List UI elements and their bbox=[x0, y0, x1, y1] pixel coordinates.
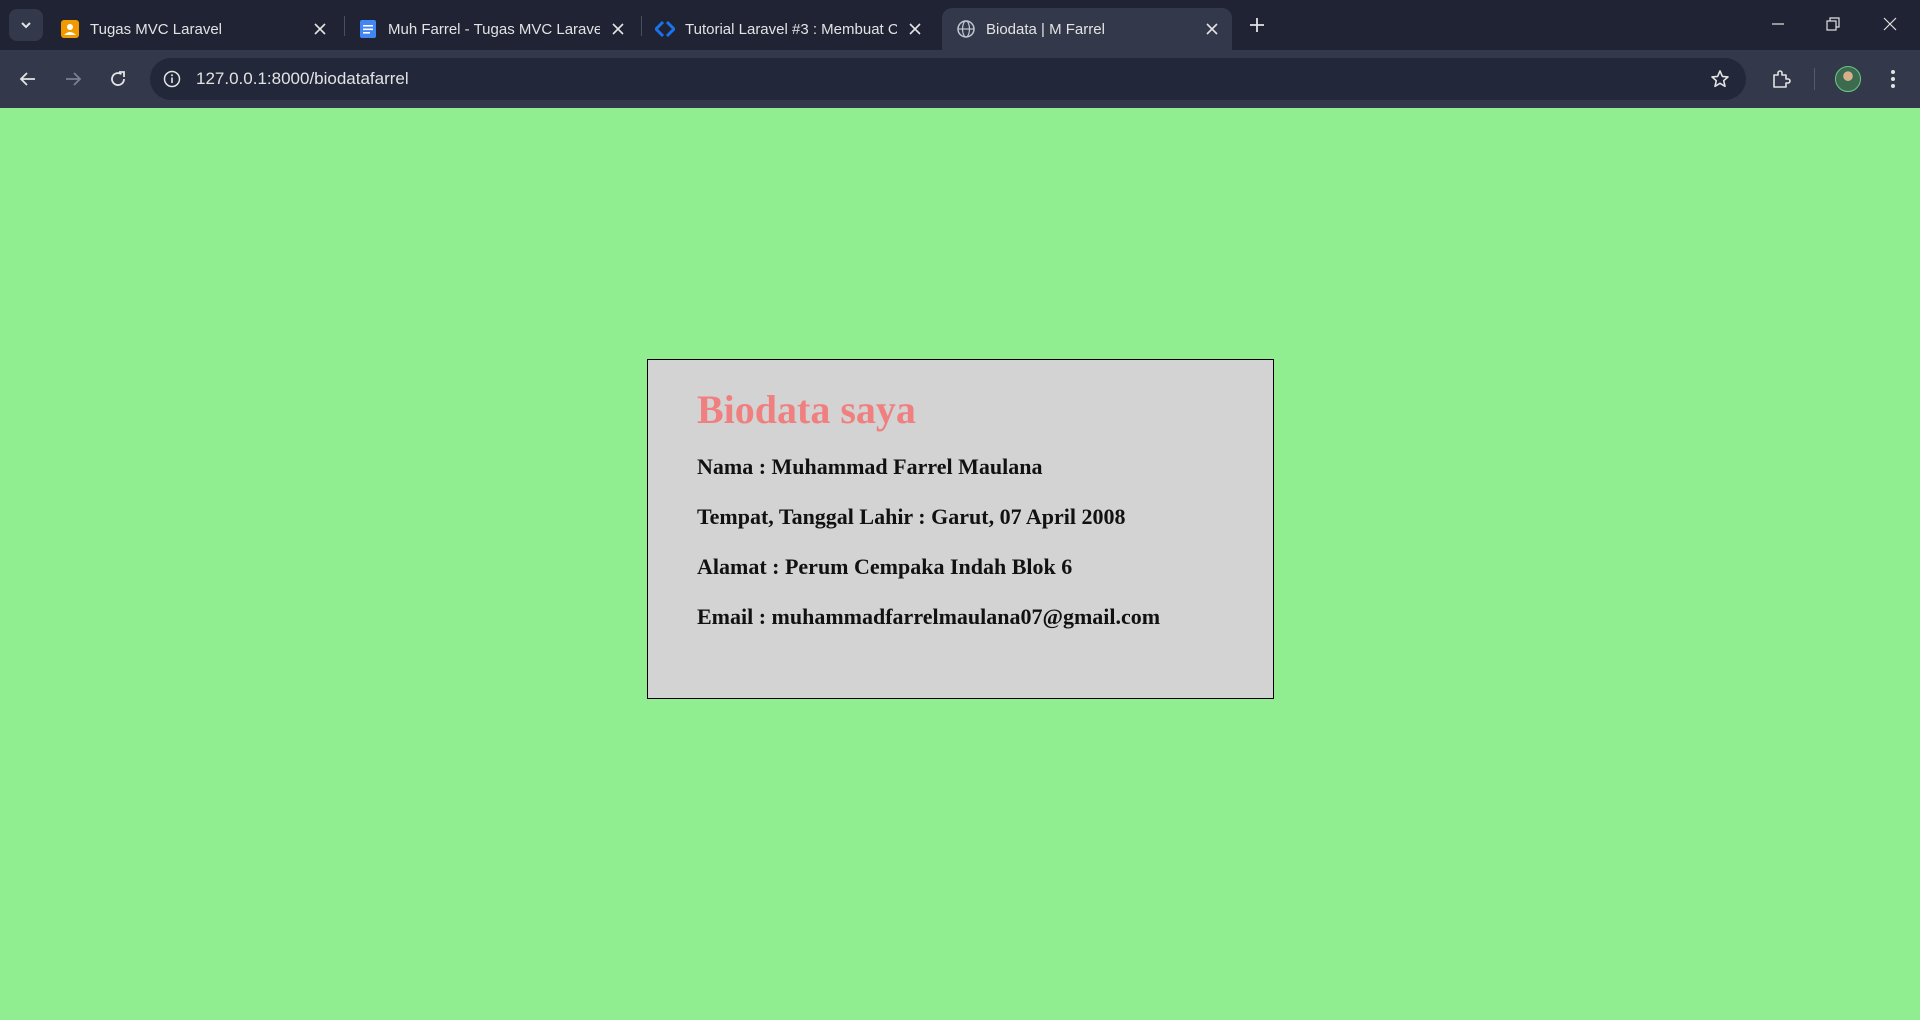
bookmark-star-icon[interactable] bbox=[1708, 67, 1732, 91]
site-info-icon[interactable] bbox=[158, 65, 186, 93]
puzzle-icon bbox=[1773, 70, 1791, 88]
close-icon[interactable] bbox=[608, 19, 628, 39]
arrow-left-icon bbox=[19, 72, 35, 86]
restore-button[interactable] bbox=[1813, 8, 1853, 40]
extensions-button[interactable] bbox=[1764, 62, 1798, 96]
profile-avatar[interactable] bbox=[1835, 66, 1861, 92]
chevron-down-icon bbox=[21, 22, 31, 29]
tab-title: Tugas MVC Laravel bbox=[90, 20, 222, 38]
reload-icon bbox=[111, 71, 125, 86]
tab-title: Tutorial Laravel #3 : Membuat Controller bbox=[685, 20, 897, 38]
close-icon[interactable] bbox=[310, 19, 330, 39]
close-window-button[interactable] bbox=[1870, 8, 1910, 40]
kebab-menu-icon bbox=[1891, 70, 1895, 88]
forward-button[interactable] bbox=[56, 62, 90, 96]
tab-tutorial-laravel[interactable]: Tutorial Laravel #3 : Membuat Controller bbox=[641, 8, 935, 50]
docs-icon bbox=[358, 19, 378, 39]
url-text: 127.0.0.1:8000/biodatafarrel bbox=[196, 69, 409, 88]
close-icon bbox=[1883, 17, 1897, 31]
tab-tugas-mvc[interactable]: Tugas MVC Laravel bbox=[46, 8, 340, 50]
classroom-icon bbox=[60, 19, 80, 39]
toolbar-separator bbox=[1814, 68, 1815, 90]
back-button[interactable] bbox=[11, 62, 45, 96]
restore-icon bbox=[1826, 17, 1840, 31]
tab-biodata[interactable]: Biodata | M Farrel bbox=[942, 8, 1232, 50]
tab-search-button[interactable] bbox=[9, 9, 43, 41]
browser-toolbar: 127.0.0.1:8000/biodatafarrel bbox=[0, 50, 1920, 108]
field-tempat-tanggal-lahir: Tempat, Tanggal Lahir : Garut, 07 April … bbox=[697, 504, 1126, 529]
field-email: Email : muhammadfarrelmaulana07@gmail.co… bbox=[697, 604, 1161, 629]
reload-button[interactable] bbox=[101, 62, 135, 96]
code-icon bbox=[655, 19, 675, 39]
minimize-button[interactable] bbox=[1758, 8, 1798, 40]
close-icon[interactable] bbox=[1202, 19, 1222, 39]
close-icon[interactable] bbox=[905, 19, 925, 39]
globe-icon bbox=[956, 19, 976, 39]
tab-title: Biodata | M Farrel bbox=[986, 20, 1105, 38]
tab-muh-farrel-docs[interactable]: Muh Farrel - Tugas MVC Laravel bbox=[344, 8, 638, 50]
page-title: Biodata saya bbox=[697, 387, 916, 432]
minimize-icon bbox=[1772, 23, 1784, 25]
new-tab-button[interactable] bbox=[1244, 12, 1270, 38]
arrow-right-icon bbox=[66, 72, 82, 86]
biodata-card: Biodata saya Nama : Muhammad Farrel Maul… bbox=[647, 359, 1274, 699]
tab-strip: Tugas MVC Laravel Muh Farrel - Tugas MVC… bbox=[0, 0, 1920, 50]
plus-icon bbox=[1250, 18, 1264, 32]
tab-title: Muh Farrel - Tugas MVC Laravel bbox=[388, 20, 600, 38]
field-alamat: Alamat : Perum Cempaka Indah Blok 6 bbox=[697, 554, 1073, 579]
field-nama: Nama : Muhammad Farrel Maulana bbox=[697, 454, 1043, 479]
address-bar[interactable]: 127.0.0.1:8000/biodatafarrel bbox=[150, 58, 1746, 100]
menu-button[interactable] bbox=[1876, 62, 1910, 96]
